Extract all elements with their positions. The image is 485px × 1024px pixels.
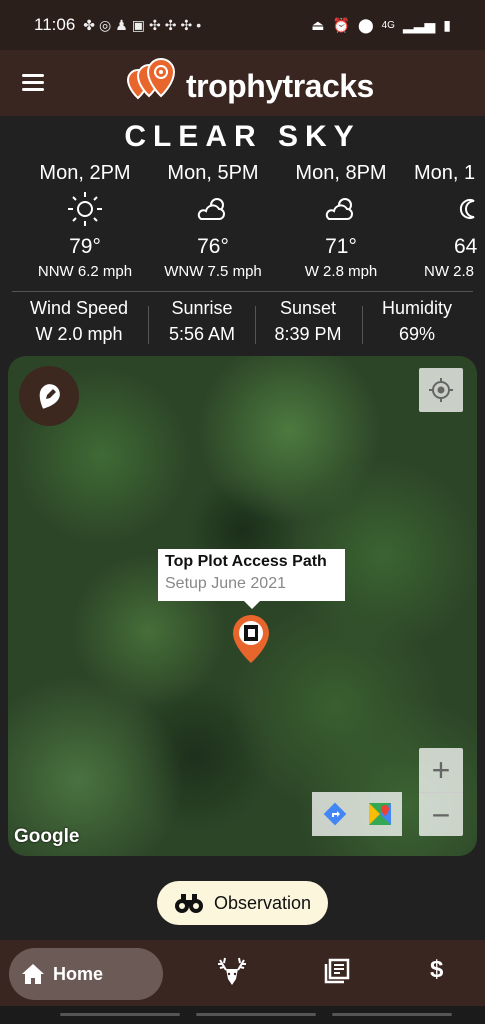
stat-humidity: Humidity 69% <box>365 298 469 345</box>
marker-title: Top Plot Access Path <box>165 553 327 570</box>
divider <box>362 306 363 344</box>
forecast-time: Mon, 5PM <box>167 162 259 184</box>
sun-icon <box>20 189 150 229</box>
divider <box>148 306 149 344</box>
observation-label: Observation <box>213 892 312 913</box>
system-icons: ⏏ ⏰ ⬤ 4G ▂▃▅ ▮ <box>311 17 451 34</box>
pencil-pin-icon <box>39 384 60 409</box>
crosshair-icon <box>429 378 453 402</box>
forecast-time: Mon, 8PM <box>295 162 387 184</box>
partly-cloudy-icon <box>276 189 406 229</box>
app-logo: trophytracks <box>118 58 374 114</box>
stat-label: Sunset <box>279 298 337 318</box>
stat-sunrise: Sunrise 5:56 AM <box>150 298 254 345</box>
forecast-wind: WNW 7.5 mph <box>164 263 262 280</box>
forecast-wind: NNW 6.2 mph <box>37 263 133 280</box>
nav-home[interactable]: Home <box>9 948 163 1000</box>
gesture-bar <box>0 1006 485 1024</box>
logo-pins-icon <box>126 58 176 100</box>
signal-icon: ▂▃▅ <box>402 16 436 33</box>
stat-sunset: Sunset 8:39 PM <box>256 298 360 345</box>
weather-stats: Wind Speed W 2.0 mph Sunrise 5:56 AM Sun… <box>0 298 485 350</box>
notification-icons: ✤◎♟▣✣✣✣• <box>83 16 206 33</box>
battery-saver-icon: ⏏ <box>311 16 325 33</box>
google-maps-icon[interactable] <box>357 792 402 836</box>
nav-journal[interactable] <box>324 958 350 989</box>
forecast-item: Mon, 2PM 79° NNW 6.2 mph <box>20 162 150 280</box>
divider <box>255 306 256 344</box>
map-marker[interactable] <box>232 614 270 669</box>
forecast-item: Mon, 8PM 71° W 2.8 mph <box>276 162 406 280</box>
nav-deer[interactable] <box>216 956 248 993</box>
home-handle[interactable] <box>196 1013 316 1016</box>
moon-icon <box>414 189 485 229</box>
forecast-item: Mon, 5PM 76° WNW 7.5 mph <box>148 162 278 280</box>
weather-condition: CLEAR SKY <box>124 120 361 153</box>
home-icon <box>22 964 44 984</box>
forecast-item: Mon, 1 64 NW 2.8 <box>404 162 485 280</box>
nav-pricing[interactable]: $ <box>430 956 443 984</box>
app-bar: trophytracks <box>0 50 485 116</box>
menu-icon[interactable] <box>22 74 44 92</box>
treestand-pin-icon <box>233 615 269 663</box>
divider <box>12 291 473 292</box>
forecast-time: Mon, 2PM <box>39 162 131 184</box>
map-toolbar <box>312 792 402 836</box>
zoom-out-button[interactable]: − <box>419 793 463 837</box>
forecast-time: Mon, 1 <box>414 162 476 184</box>
alarm-icon: ⏰ <box>332 16 350 33</box>
bottom-nav: Home $ <box>0 940 485 1006</box>
my-location-button[interactable] <box>419 368 463 412</box>
stat-value: W 2.0 mph <box>35 324 123 344</box>
network-label: 4G <box>381 19 395 31</box>
marker-subtitle: Setup June 2021 <box>165 575 286 592</box>
forecast-temp: 64 <box>454 235 478 258</box>
stat-wind: Wind Speed W 2.0 mph <box>18 298 140 345</box>
binoculars-icon <box>174 894 203 913</box>
stat-label: Wind Speed <box>29 298 129 318</box>
zoom-controls: + − <box>419 748 463 836</box>
status-bar: 11:06 ✤◎♟▣✣✣✣• ⏏ ⏰ ⬤ 4G ▂▃▅ ▮ <box>0 0 485 50</box>
location-icon: ⬤ <box>357 16 374 33</box>
satellite-map[interactable]: Top Plot Access Path Setup June 2021 + −… <box>8 356 477 856</box>
edit-marker-button[interactable] <box>19 366 79 426</box>
stat-label: Sunrise <box>171 298 233 318</box>
nav-home-label: Home <box>53 963 104 984</box>
forecast-temp: 79° <box>69 235 101 258</box>
battery-icon: ▮ <box>443 16 451 33</box>
zoom-in-button[interactable]: + <box>419 748 463 792</box>
forecast-wind: NW 2.8 <box>424 263 475 280</box>
stat-label: Humidity <box>381 298 452 318</box>
stat-value: 8:39 PM <box>274 324 342 344</box>
status-time: 11:06 <box>34 15 76 34</box>
recents-handle[interactable] <box>60 1013 180 1016</box>
marker-info-window[interactable]: Top Plot Access Path Setup June 2021 <box>158 549 345 609</box>
forecast-temp: 71° <box>325 235 357 258</box>
forecast-temp: 76° <box>197 235 229 258</box>
back-handle[interactable] <box>332 1013 452 1016</box>
directions-icon[interactable] <box>312 792 357 836</box>
map-attribution: Google <box>14 826 80 847</box>
journal-icon <box>324 958 350 984</box>
observation-button[interactable]: Observation <box>157 881 328 925</box>
app-name: trophytracks <box>186 67 374 104</box>
stat-value: 5:56 AM <box>168 324 236 344</box>
deer-antlers-icon <box>218 957 246 985</box>
forecast-wind: W 2.8 mph <box>304 263 378 280</box>
partly-cloudy-icon <box>148 189 278 229</box>
stat-value: 69% <box>398 324 436 344</box>
forecast-strip[interactable]: Mon, 2PM 79° NNW 6.2 mph Mon, 5PM 76° WN… <box>0 162 485 287</box>
